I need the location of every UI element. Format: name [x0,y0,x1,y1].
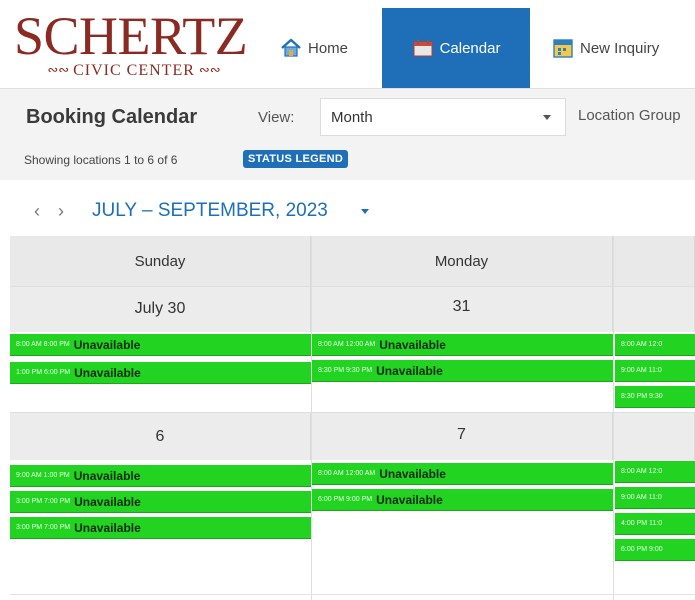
event-status: Unavailable [379,466,446,481]
nav-home[interactable]: Home [280,8,348,88]
column-divider [311,236,312,600]
day-cell-july-31[interactable]: 31 [311,286,613,332]
range-dropdown-caret-icon[interactable] [361,209,369,214]
date-number: 7 [457,426,466,443]
event-time: 1:00 PM 6:00 PM [16,369,71,376]
page-title: Booking Calendar [26,106,198,128]
event-status: Unavailable [74,494,141,509]
booking-event[interactable]: 8:00 AM 12:00 AM Unavailable [312,334,613,356]
logo-title: SCHERTZ [14,6,248,66]
calendar-grid: Sunday Monday July 30 31 8:00 AM 8:00 PM… [10,236,695,600]
booking-event[interactable]: 3:00 PM 7:00 PM Unavailable [10,491,311,513]
event-status: Unavailable [73,337,141,352]
booking-event[interactable]: 8:00 AM 12:00 AM Unavailable [312,463,613,485]
day-cell-aug-8[interactable] [613,412,695,460]
booking-event[interactable]: 4:00 PM 11:0 [615,513,695,535]
event-time: 8:00 AM 12:00 AM [318,470,376,477]
day-cell-july-30[interactable]: July 30 [10,286,311,332]
inquiry-calendar-icon [552,37,574,59]
previous-arrow-icon[interactable]: ‹ [34,202,40,220]
logo-subtitle: CIVIC CENTER [73,62,195,79]
home-icon [280,38,302,58]
event-status: Unavailable [74,520,141,535]
booking-event[interactable]: 3:00 PM 7:00 PM Unavailable [10,517,311,539]
nav-calendar-label: Calendar [439,39,501,57]
booking-event[interactable]: 8:30 PM 9:30 [615,386,695,408]
event-time: 8:00 AM 12:00 AM [318,341,376,348]
event-status: Unavailable [74,365,141,380]
booking-event[interactable]: 9:00 AM 1:00 PM Unavailable [10,465,311,487]
event-time: 9:00 AM 11:0 [621,494,662,501]
booking-event[interactable]: 6:00 PM 9:00 [615,539,695,561]
date-number: July 30 [134,300,186,317]
event-time: 3:00 PM 7:00 PM [16,524,71,531]
day-header-tuesday [613,236,695,286]
booking-event[interactable]: 8:00 AM 12:0 [615,334,695,356]
nav-calendar[interactable]: Calendar [382,8,530,88]
event-time: 6:00 PM 9:00 PM [318,496,373,503]
booking-event[interactable]: 8:00 AM 8:00 PM Unavailable [10,334,311,356]
day-cell-aug-6[interactable]: 6 [10,412,311,460]
booking-event[interactable]: 9:00 AM 11:0 [615,487,695,509]
event-time: 8:00 AM 12:0 [621,341,663,348]
event-status: Unavailable [379,337,446,352]
event-time: 9:00 AM 11:0 [621,367,662,374]
event-time: 9:00 AM 1:00 PM [16,472,70,479]
date-number: 31 [452,298,471,315]
day-cell-aug-7[interactable]: 7 [311,412,613,460]
event-time: 8:30 PM 9:30 PM [318,367,373,374]
event-status: Unavailable [376,492,443,507]
event-time: 6:00 PM 9:00 [621,546,663,553]
booking-event[interactable]: 1:00 PM 6:00 PM Unavailable [10,362,311,384]
top-navigation: SCHERTZ ∾∾ CIVIC CENTER ∾∾ Home Calendar… [0,0,695,88]
booking-event[interactable]: 9:00 AM 11:0 [615,360,695,382]
event-time: 8:00 AM 8:00 PM [16,341,70,348]
event-status: Unavailable [73,468,141,483]
view-select[interactable]: Month [320,98,566,136]
booking-event[interactable]: 8:00 AM 12:0 [615,461,695,483]
swirl-ornament-icon: ∾∾ [47,63,70,78]
location-group-label: Location Group [578,107,681,124]
nav-home-label: Home [308,39,349,57]
day-header-monday: Monday [311,236,613,286]
view-label: View: [258,109,295,126]
date-number: 6 [155,428,165,445]
calendar-toolbar: Booking Calendar View: Month Location Gr… [0,88,695,181]
day-header-sunday: Sunday [10,236,311,286]
day-cell-aug-1[interactable] [613,286,695,332]
event-time: 8:00 AM 12:0 [621,468,663,475]
event-status: Unavailable [376,363,443,378]
calendar-icon [412,38,434,58]
date-range-title[interactable]: JULY – SEPTEMBER, 2023 [92,200,328,222]
status-legend-button[interactable]: STATUS LEGEND [243,150,349,168]
column-divider [613,236,614,600]
showing-locations-text: Showing locations 1 to 6 of 6 [24,153,178,167]
event-time: 3:00 PM 7:00 PM [16,498,71,505]
row-divider [10,594,695,595]
event-time: 8:30 PM 9:30 [621,393,663,400]
swirl-ornament-icon: ∾∾ [198,63,221,78]
next-arrow-icon[interactable]: › [58,202,64,220]
event-time: 4:00 PM 11:0 [621,520,663,527]
view-select-value: Month [331,109,373,126]
nav-new-inquiry-label: New Inquiry [580,39,660,57]
schertz-civic-center-logo[interactable]: SCHERTZ ∾∾ CIVIC CENTER ∾∾ [8,6,260,80]
date-range-bar: ‹ › JULY – SEPTEMBER, 2023 [0,180,695,236]
booking-event[interactable]: 6:00 PM 9:00 PM Unavailable [312,489,613,511]
nav-new-inquiry[interactable]: New Inquiry [552,8,659,88]
logo-subtitle-row: ∾∾ CIVIC CENTER ∾∾ [12,62,256,80]
booking-event[interactable]: 8:30 PM 9:30 PM Unavailable [312,360,613,382]
chevron-down-icon [543,115,551,120]
